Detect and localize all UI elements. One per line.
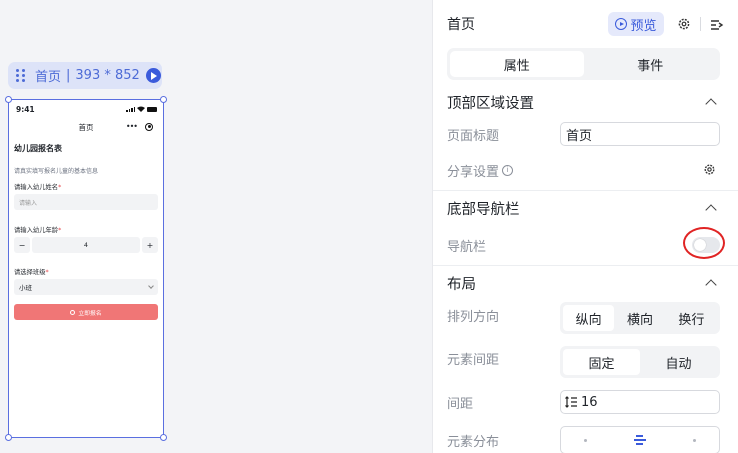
gap-row: 间距 16 — [447, 389, 720, 415]
header-separator — [700, 17, 701, 31]
resize-handle-br[interactable] — [160, 434, 167, 441]
page-chip[interactable]: 首页 | 393 * 852 — [8, 62, 162, 89]
mini-nav-title: 首页 — [78, 122, 94, 132]
top-section: 顶部区域设置 — [433, 84, 738, 120]
share-label: 分享设置 — [447, 164, 500, 180]
distribution-row: 元素分布 — [447, 426, 720, 453]
collapse-panel-icon[interactable] — [710, 17, 724, 31]
phone-preview[interactable]: 9:41 首页 ••• 幼儿园报名表 请真实填写报名儿童的基本信息 请输入幼儿姓… — [8, 99, 164, 438]
spacing-auto[interactable]: 自动 — [640, 349, 717, 375]
tab-events[interactable]: 事件 — [584, 51, 718, 77]
navbar-row: 导航栏 — [447, 227, 725, 259]
direction-wrap[interactable]: 换行 — [666, 305, 717, 331]
status-time: 9:41 — [16, 104, 35, 114]
chevron-up-icon[interactable] — [705, 279, 717, 291]
direction-horizontal[interactable]: 横向 — [614, 305, 665, 331]
spacing-label: 元素间距 — [447, 353, 500, 368]
age-plus-button[interactable]: + — [142, 237, 158, 253]
tab-properties[interactable]: 属性 — [450, 51, 584, 77]
top-section-header[interactable]: 顶部区域设置 — [433, 84, 738, 120]
close-capsule-icon[interactable] — [145, 122, 153, 131]
form-description: 请真实填写报名儿童的基本信息 — [14, 168, 99, 175]
distribution-control — [560, 426, 720, 453]
chevron-up-icon[interactable] — [705, 98, 717, 110]
spacing-segmented: 固定 自动 — [560, 346, 720, 378]
child-name-input[interactable]: 请输入 — [14, 194, 158, 210]
play-circle-icon — [615, 18, 628, 30]
distribute-end-option[interactable] — [692, 438, 696, 442]
page-title-row: 页面标题 首页 — [447, 121, 720, 147]
direction-row: 排列方向 纵向 横向 换行 — [447, 302, 720, 334]
share-row: 分享设置 i — [447, 157, 720, 183]
preview-button[interactable]: 预览 — [608, 12, 664, 36]
submit-button[interactable]: 立即报名 — [14, 304, 158, 320]
check-circle-icon — [70, 309, 76, 315]
age-stepper: − 4 + — [14, 237, 158, 253]
gap-label: 间距 — [447, 396, 474, 412]
layout-section: 布局 — [433, 265, 738, 301]
more-dots-icon[interactable]: ••• — [126, 122, 138, 131]
direction-vertical[interactable]: 纵向 — [563, 305, 615, 331]
share-gear-icon[interactable] — [703, 161, 716, 180]
wifi-icon — [137, 106, 145, 112]
bottom-section: 底部导航栏 — [433, 190, 738, 226]
settings-gear-icon[interactable] — [677, 17, 691, 31]
bottom-section-header[interactable]: 底部导航栏 — [433, 190, 738, 226]
direction-label: 排列方向 — [447, 310, 500, 325]
class-value: 小班 — [19, 284, 32, 292]
mini-navbar: 首页 ••• — [9, 118, 163, 136]
submit-label: 立即报名 — [78, 310, 102, 317]
system-icons — [126, 106, 157, 112]
battery-icon — [147, 106, 157, 112]
age-minus-button[interactable]: − — [14, 237, 30, 253]
form-title: 幼儿园报名表 — [14, 144, 62, 153]
resize-handle-tr[interactable] — [160, 96, 167, 103]
layout-section-header[interactable]: 布局 — [433, 265, 738, 301]
name-label: 请输入幼儿姓名* — [14, 184, 62, 191]
drag-handle-icon[interactable] — [16, 68, 26, 83]
chevron-up-icon[interactable] — [705, 204, 717, 216]
info-icon[interactable]: i — [502, 164, 514, 176]
page-chip-separator: | — [66, 68, 71, 83]
distribution-label: 元素分布 — [447, 434, 500, 450]
navbar-toggle[interactable] — [692, 237, 720, 253]
registration-form: 幼儿园报名表 请真实填写报名儿童的基本信息 请输入幼儿姓名* 请输入 请输入幼儿… — [9, 136, 163, 320]
chevron-down-icon — [148, 283, 154, 289]
mini-capsule[interactable]: ••• — [126, 122, 153, 131]
page-title-label: 页面标题 — [447, 128, 500, 144]
distribute-start-option[interactable] — [584, 438, 588, 442]
share-label-wrap: 分享设置 i — [447, 161, 514, 180]
gap-value: 16 — [581, 394, 598, 410]
bottom-section-title: 底部导航栏 — [447, 201, 520, 218]
line-spacing-icon — [565, 396, 577, 408]
spacing-row: 元素间距 固定 自动 — [447, 346, 720, 378]
align-center-icon[interactable] — [633, 435, 646, 445]
age-value[interactable]: 4 — [32, 237, 140, 253]
preview-label: 预览 — [630, 18, 657, 34]
layout-section-title: 布局 — [447, 276, 476, 293]
panel-header: 首页 预览 — [433, 0, 738, 48]
direction-segmented: 纵向 横向 换行 — [560, 302, 720, 334]
spacing-fixed[interactable]: 固定 — [563, 349, 640, 375]
page-chip-name: 首页 — [35, 70, 62, 85]
navbar-label: 导航栏 — [447, 239, 487, 255]
toggle-knob — [694, 239, 706, 251]
panel-title: 首页 — [447, 17, 475, 33]
panel-tabs: 属性 事件 — [447, 48, 720, 80]
resize-handle-bl[interactable] — [5, 434, 12, 441]
gap-input[interactable]: 16 — [560, 390, 720, 414]
status-bar: 9:41 — [9, 100, 163, 118]
play-icon[interactable] — [145, 68, 161, 83]
class-label: 请选择班级* — [14, 269, 49, 276]
inspector-panel: 首页 预览 属性 事件 顶部区域设置 页面标题 首页 分享设置 i 底部导航栏 … — [432, 0, 738, 453]
name-placeholder: 请输入 — [19, 199, 38, 207]
class-select[interactable]: 小班 — [14, 279, 158, 295]
page-chip-size: 393 * 852 — [75, 68, 140, 83]
age-label: 请输入幼儿年龄* — [14, 227, 62, 234]
signal-icon — [126, 106, 135, 112]
resize-handle-tl[interactable] — [5, 96, 12, 103]
top-section-title: 顶部区域设置 — [447, 95, 534, 112]
navbar-toggle-wrap — [683, 227, 726, 259]
page-title-input[interactable]: 首页 — [560, 122, 720, 146]
